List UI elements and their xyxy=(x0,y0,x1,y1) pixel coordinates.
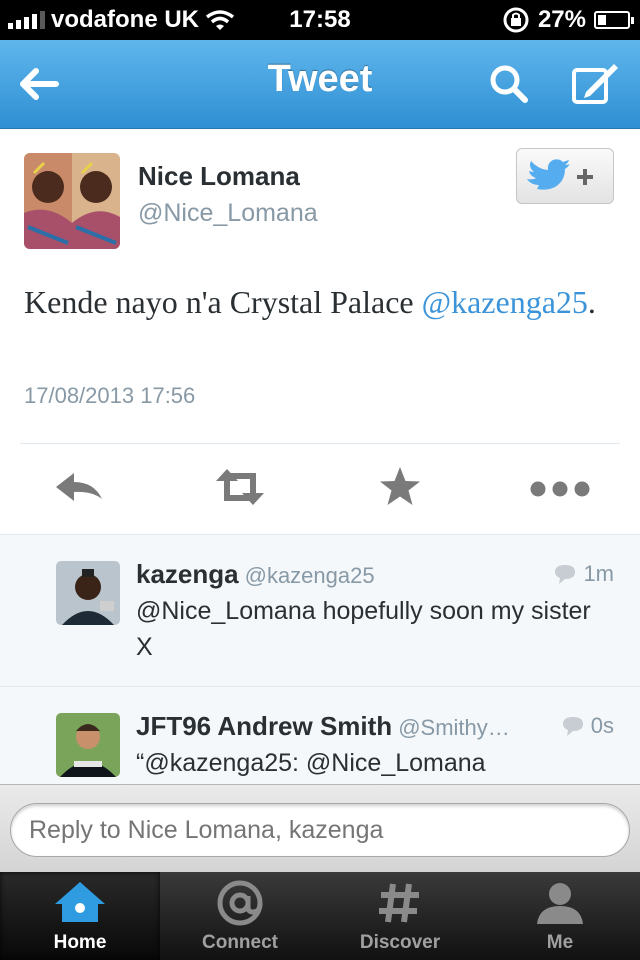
author-avatar[interactable] xyxy=(24,153,120,249)
reply-time: 1m xyxy=(553,561,614,587)
reply-avatar[interactable] xyxy=(56,713,120,777)
retweet-button[interactable] xyxy=(210,463,270,511)
reply-item[interactable]: JFT96 Andrew Smith @Smithy… 0s “@kazenga2… xyxy=(0,687,640,785)
speech-bubble-icon xyxy=(562,717,583,736)
compose-icon xyxy=(572,64,618,104)
tab-bar: Home Connect Discover Me xyxy=(0,872,640,960)
reply-author-handle[interactable]: @Smithy… xyxy=(398,715,510,740)
reply-bar xyxy=(0,784,640,873)
tweet-text-end: . xyxy=(587,284,596,320)
tab-connect[interactable]: Connect xyxy=(160,872,320,960)
hash-icon xyxy=(379,883,419,923)
tab-me[interactable]: Me xyxy=(480,872,640,960)
nav-bar: Tweet xyxy=(0,40,640,129)
tweet-text: Kende nayo n'a Crystal Palace @kazenga25… xyxy=(24,277,614,327)
reply-time: 0s xyxy=(561,713,614,739)
battery-percent: 27% xyxy=(537,6,586,33)
author-name[interactable]: Nice Lomana xyxy=(138,161,300,192)
reply-time-text: 1m xyxy=(583,561,614,586)
reply-time-text: 0s xyxy=(590,713,614,738)
favorite-button[interactable] xyxy=(370,463,430,511)
tweet-detail: Nice Lomana @Nice_Lomana Kende nayo n'a … xyxy=(0,129,640,534)
twitter-bird-plus-icon xyxy=(527,159,593,190)
reply-icon xyxy=(56,473,102,501)
reply-author: JFT96 Andrew Smith @Smithy… xyxy=(136,711,510,742)
follow-button[interactable] xyxy=(516,148,614,204)
compose-button[interactable] xyxy=(568,60,618,108)
person-icon xyxy=(537,883,583,924)
tweet-timestamp: 17/08/2013 17:56 xyxy=(24,383,196,408)
tab-connect-label: Connect xyxy=(202,932,278,953)
search-icon xyxy=(490,65,528,103)
tab-discover-label: Discover xyxy=(359,932,441,953)
battery-icon xyxy=(594,11,634,29)
tab-me-label: Me xyxy=(546,932,574,953)
reply-avatar[interactable] xyxy=(56,561,120,625)
tab-home[interactable]: Home xyxy=(0,872,160,960)
reply-text: @Nice_Lomana hopefully soon my sister X xyxy=(136,597,591,661)
more-dots-icon xyxy=(530,481,590,497)
speech-bubble-icon xyxy=(555,565,576,584)
reply-text: “@kazenga25: @Nice_Lomana xyxy=(136,749,486,777)
mention-link[interactable]: @kazenga25 xyxy=(422,284,588,320)
status-bar: vodafone UK 17:58 27% xyxy=(0,0,640,40)
page-title: Tweet xyxy=(267,58,373,100)
reply-item[interactable]: kazenga @kazenga25 1m @Nice_Lomana hopefu… xyxy=(0,535,640,687)
tweet-actions xyxy=(0,445,640,533)
reply-input[interactable] xyxy=(10,803,630,857)
reply-button[interactable] xyxy=(50,463,110,511)
search-button[interactable] xyxy=(484,60,534,108)
tweet-body: Kende nayo n'a Crystal Palace xyxy=(24,284,422,320)
reply-author: kazenga @kazenga25 xyxy=(136,559,375,590)
divider xyxy=(20,443,620,444)
home-icon xyxy=(55,882,105,922)
more-button[interactable] xyxy=(528,463,592,511)
reply-author-name[interactable]: JFT96 Andrew Smith xyxy=(136,711,392,741)
reply-author-name[interactable]: kazenga xyxy=(136,559,239,589)
tab-home-label: Home xyxy=(53,932,107,953)
retweet-icon xyxy=(216,469,264,505)
author-handle[interactable]: @Nice_Lomana xyxy=(138,199,318,228)
reply-author-handle[interactable]: @kazenga25 xyxy=(245,563,375,588)
at-icon xyxy=(217,880,263,926)
replies-list: kazenga @kazenga25 1m @Nice_Lomana hopefu… xyxy=(0,534,640,785)
tab-discover[interactable]: Discover xyxy=(320,872,480,960)
rotation-lock-icon xyxy=(503,7,529,33)
star-icon xyxy=(380,467,420,505)
